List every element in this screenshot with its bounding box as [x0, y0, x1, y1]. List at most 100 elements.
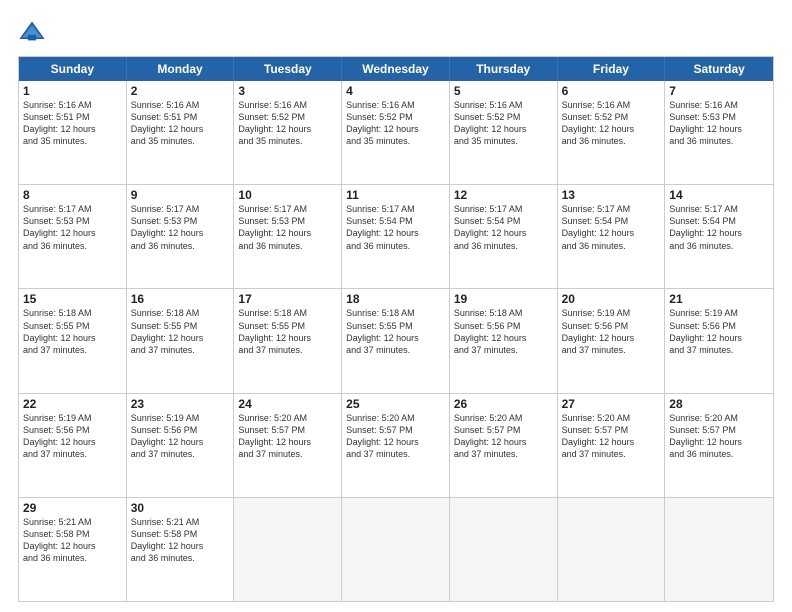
day-cell-13: 13Sunrise: 5:17 AMSunset: 5:54 PMDayligh…	[558, 185, 666, 288]
day-cell-16: 16Sunrise: 5:18 AMSunset: 5:55 PMDayligh…	[127, 289, 235, 392]
day-cell-7: 7Sunrise: 5:16 AMSunset: 5:53 PMDaylight…	[665, 81, 773, 184]
day-info: Sunrise: 5:21 AMSunset: 5:58 PMDaylight:…	[23, 516, 122, 565]
day-number: 15	[23, 292, 122, 306]
day-cell-24: 24Sunrise: 5:20 AMSunset: 5:57 PMDayligh…	[234, 394, 342, 497]
day-info: Sunrise: 5:16 AMSunset: 5:52 PMDaylight:…	[346, 99, 445, 148]
day-info: Sunrise: 5:16 AMSunset: 5:52 PMDaylight:…	[454, 99, 553, 148]
day-number: 30	[131, 501, 230, 515]
day-info: Sunrise: 5:18 AMSunset: 5:56 PMDaylight:…	[454, 307, 553, 356]
calendar-body: 1Sunrise: 5:16 AMSunset: 5:51 PMDaylight…	[19, 81, 773, 601]
day-number: 19	[454, 292, 553, 306]
day-number: 13	[562, 188, 661, 202]
day-cell-25: 25Sunrise: 5:20 AMSunset: 5:57 PMDayligh…	[342, 394, 450, 497]
day-info: Sunrise: 5:16 AMSunset: 5:52 PMDaylight:…	[562, 99, 661, 148]
logo-icon	[18, 18, 46, 46]
day-info: Sunrise: 5:18 AMSunset: 5:55 PMDaylight:…	[238, 307, 337, 356]
day-number: 7	[669, 84, 769, 98]
day-number: 9	[131, 188, 230, 202]
day-info: Sunrise: 5:16 AMSunset: 5:51 PMDaylight:…	[23, 99, 122, 148]
day-number: 8	[23, 188, 122, 202]
empty-cell	[450, 498, 558, 601]
day-cell-10: 10Sunrise: 5:17 AMSunset: 5:53 PMDayligh…	[234, 185, 342, 288]
calendar: SundayMondayTuesdayWednesdayThursdayFrid…	[18, 56, 774, 602]
header-day-saturday: Saturday	[665, 57, 773, 81]
header-day-wednesday: Wednesday	[342, 57, 450, 81]
day-number: 20	[562, 292, 661, 306]
day-cell-12: 12Sunrise: 5:17 AMSunset: 5:54 PMDayligh…	[450, 185, 558, 288]
day-info: Sunrise: 5:16 AMSunset: 5:51 PMDaylight:…	[131, 99, 230, 148]
day-info: Sunrise: 5:20 AMSunset: 5:57 PMDaylight:…	[562, 412, 661, 461]
day-number: 27	[562, 397, 661, 411]
calendar-row-2: 15Sunrise: 5:18 AMSunset: 5:55 PMDayligh…	[19, 288, 773, 392]
day-cell-26: 26Sunrise: 5:20 AMSunset: 5:57 PMDayligh…	[450, 394, 558, 497]
day-cell-19: 19Sunrise: 5:18 AMSunset: 5:56 PMDayligh…	[450, 289, 558, 392]
day-cell-22: 22Sunrise: 5:19 AMSunset: 5:56 PMDayligh…	[19, 394, 127, 497]
day-number: 6	[562, 84, 661, 98]
day-info: Sunrise: 5:20 AMSunset: 5:57 PMDaylight:…	[346, 412, 445, 461]
day-cell-27: 27Sunrise: 5:20 AMSunset: 5:57 PMDayligh…	[558, 394, 666, 497]
header-day-friday: Friday	[558, 57, 666, 81]
day-number: 29	[23, 501, 122, 515]
day-number: 12	[454, 188, 553, 202]
day-cell-29: 29Sunrise: 5:21 AMSunset: 5:58 PMDayligh…	[19, 498, 127, 601]
header-day-sunday: Sunday	[19, 57, 127, 81]
empty-cell	[558, 498, 666, 601]
day-cell-15: 15Sunrise: 5:18 AMSunset: 5:55 PMDayligh…	[19, 289, 127, 392]
day-number: 1	[23, 84, 122, 98]
day-number: 5	[454, 84, 553, 98]
day-number: 24	[238, 397, 337, 411]
day-cell-28: 28Sunrise: 5:20 AMSunset: 5:57 PMDayligh…	[665, 394, 773, 497]
day-info: Sunrise: 5:17 AMSunset: 5:54 PMDaylight:…	[346, 203, 445, 252]
day-number: 26	[454, 397, 553, 411]
day-number: 14	[669, 188, 769, 202]
day-cell-2: 2Sunrise: 5:16 AMSunset: 5:51 PMDaylight…	[127, 81, 235, 184]
day-info: Sunrise: 5:20 AMSunset: 5:57 PMDaylight:…	[454, 412, 553, 461]
day-info: Sunrise: 5:18 AMSunset: 5:55 PMDaylight:…	[23, 307, 122, 356]
page: SundayMondayTuesdayWednesdayThursdayFrid…	[0, 0, 792, 612]
day-info: Sunrise: 5:16 AMSunset: 5:52 PMDaylight:…	[238, 99, 337, 148]
day-info: Sunrise: 5:18 AMSunset: 5:55 PMDaylight:…	[346, 307, 445, 356]
empty-cell	[342, 498, 450, 601]
day-info: Sunrise: 5:20 AMSunset: 5:57 PMDaylight:…	[669, 412, 769, 461]
day-number: 28	[669, 397, 769, 411]
day-info: Sunrise: 5:17 AMSunset: 5:53 PMDaylight:…	[238, 203, 337, 252]
header-day-monday: Monday	[127, 57, 235, 81]
day-number: 2	[131, 84, 230, 98]
day-info: Sunrise: 5:19 AMSunset: 5:56 PMDaylight:…	[131, 412, 230, 461]
day-number: 23	[131, 397, 230, 411]
calendar-row-4: 29Sunrise: 5:21 AMSunset: 5:58 PMDayligh…	[19, 497, 773, 601]
day-info: Sunrise: 5:19 AMSunset: 5:56 PMDaylight:…	[669, 307, 769, 356]
calendar-row-1: 8Sunrise: 5:17 AMSunset: 5:53 PMDaylight…	[19, 184, 773, 288]
day-number: 18	[346, 292, 445, 306]
day-number: 17	[238, 292, 337, 306]
logo	[18, 18, 50, 46]
day-number: 25	[346, 397, 445, 411]
day-cell-23: 23Sunrise: 5:19 AMSunset: 5:56 PMDayligh…	[127, 394, 235, 497]
calendar-row-0: 1Sunrise: 5:16 AMSunset: 5:51 PMDaylight…	[19, 81, 773, 184]
day-cell-9: 9Sunrise: 5:17 AMSunset: 5:53 PMDaylight…	[127, 185, 235, 288]
day-info: Sunrise: 5:17 AMSunset: 5:53 PMDaylight:…	[131, 203, 230, 252]
day-info: Sunrise: 5:17 AMSunset: 5:53 PMDaylight:…	[23, 203, 122, 252]
day-number: 4	[346, 84, 445, 98]
day-cell-6: 6Sunrise: 5:16 AMSunset: 5:52 PMDaylight…	[558, 81, 666, 184]
day-cell-5: 5Sunrise: 5:16 AMSunset: 5:52 PMDaylight…	[450, 81, 558, 184]
header-day-tuesday: Tuesday	[234, 57, 342, 81]
day-number: 11	[346, 188, 445, 202]
calendar-row-3: 22Sunrise: 5:19 AMSunset: 5:56 PMDayligh…	[19, 393, 773, 497]
day-cell-11: 11Sunrise: 5:17 AMSunset: 5:54 PMDayligh…	[342, 185, 450, 288]
day-cell-20: 20Sunrise: 5:19 AMSunset: 5:56 PMDayligh…	[558, 289, 666, 392]
day-info: Sunrise: 5:18 AMSunset: 5:55 PMDaylight:…	[131, 307, 230, 356]
day-cell-21: 21Sunrise: 5:19 AMSunset: 5:56 PMDayligh…	[665, 289, 773, 392]
day-info: Sunrise: 5:19 AMSunset: 5:56 PMDaylight:…	[562, 307, 661, 356]
day-number: 3	[238, 84, 337, 98]
day-cell-30: 30Sunrise: 5:21 AMSunset: 5:58 PMDayligh…	[127, 498, 235, 601]
day-number: 16	[131, 292, 230, 306]
day-number: 21	[669, 292, 769, 306]
day-info: Sunrise: 5:16 AMSunset: 5:53 PMDaylight:…	[669, 99, 769, 148]
day-info: Sunrise: 5:19 AMSunset: 5:56 PMDaylight:…	[23, 412, 122, 461]
day-cell-18: 18Sunrise: 5:18 AMSunset: 5:55 PMDayligh…	[342, 289, 450, 392]
day-cell-17: 17Sunrise: 5:18 AMSunset: 5:55 PMDayligh…	[234, 289, 342, 392]
empty-cell	[665, 498, 773, 601]
empty-cell	[234, 498, 342, 601]
header-day-thursday: Thursday	[450, 57, 558, 81]
